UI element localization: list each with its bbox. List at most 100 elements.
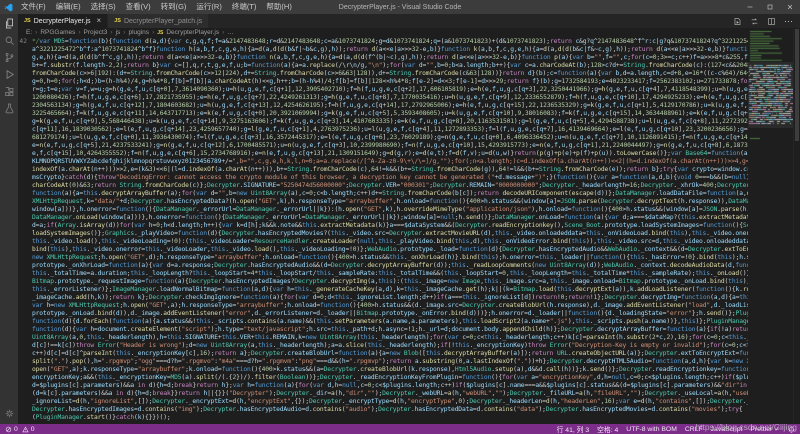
line-number: [18, 390, 32, 398]
line-number: [18, 254, 32, 262]
editor-actions: ⋯: [733, 14, 800, 28]
code-line: this._video.load(),this._videoLoading=!0…: [18, 238, 748, 246]
tab-decrypterplayer-patch-js[interactable]: JS DecrypterPlayer_patch.js: [108, 14, 209, 28]
close-tab-icon[interactable]: ×: [97, 17, 102, 25]
code-line: a^3221225472^b^f:a^1073741824^b^f}functi…: [18, 46, 748, 54]
minimap-slider[interactable]: [748, 62, 793, 128]
code-line: XMLHttpRequest,k="data/"+d;Decrypter.has…: [18, 198, 748, 206]
menu-bar: 文件(F) 编辑(E) 选择(S) 查看(V) 转到(G) 运行(R) 终端(T…: [16, 0, 297, 14]
run-file-icon[interactable]: [733, 17, 742, 26]
menu-go[interactable]: 转到(G): [156, 0, 192, 14]
run-and-debug-icon[interactable]: [0, 66, 18, 82]
vertical-scrollbar[interactable]: [793, 28, 800, 424]
warnings-count: 0: [31, 426, 35, 433]
tab-label: DecrypterPlayer.js: [34, 18, 91, 25]
line-number: [18, 294, 32, 302]
status-bar: 0 0 行 41, 列 3 空格: 4 UTF-8 with BOM CRLF …: [0, 424, 800, 434]
menu-run[interactable]: 运行(R): [191, 0, 226, 14]
breadcrumb-symbol[interactable]: …: [227, 29, 234, 36]
line-number: 42: [18, 38, 32, 46]
line-number: [18, 302, 32, 310]
line-number: [18, 334, 32, 342]
code-line: KLMNOPQRSTUVWXYZabcdefghijklmnopqrstuvwx…: [18, 158, 748, 166]
line-number: [18, 118, 32, 126]
line-number: [18, 278, 32, 286]
line-number: [18, 350, 32, 358]
code-line: c++)d[c]=d[c]^parseInt(this._encryptionK…: [18, 350, 748, 358]
menu-help[interactable]: 帮助(H): [261, 0, 296, 14]
split-editor-icon[interactable]: [767, 17, 776, 26]
code-line: 681279174);u=l(u,g,e,f,c[q+0],11,3936430…: [18, 134, 748, 142]
menu-file[interactable]: 文件(F): [16, 0, 51, 14]
errors-count: 0: [14, 426, 18, 433]
code-line: charCodeAt(0)&63;return String.fromCharC…: [18, 182, 748, 190]
extensions-icon[interactable]: [0, 83, 18, 99]
line-number: [18, 182, 32, 190]
explorer-icon[interactable]: [0, 15, 18, 31]
menu-terminal[interactable]: 终端(T): [227, 0, 262, 14]
breadcrumb-separator: ›: [35, 29, 37, 36]
line-number: [18, 230, 32, 238]
search-icon[interactable]: [0, 32, 18, 48]
tab-decrypterplayer-js[interactable]: JS DecrypterPlayer.js ×: [18, 14, 108, 28]
encoding[interactable]: UTF-8 with BOM: [626, 426, 677, 433]
language-mode[interactable]: JavaScript: [711, 426, 743, 433]
activity-bar: [0, 14, 18, 424]
editor-group: JS DecrypterPlayer.js × JS DecrypterPlay…: [18, 14, 800, 424]
cursor-position[interactable]: 行 41, 列 3: [557, 424, 590, 434]
code-line: function(d){var h=document.createElement…: [18, 326, 748, 334]
line-number: [18, 70, 32, 78]
breadcrumb-folder[interactable]: plugins: [128, 29, 149, 36]
code-line: DataManager.onLoad(window[a]))},h.onerro…: [18, 214, 748, 222]
code-line: g,e,h){a=d(a,d(d(b^f^c,g),h));return d(a…: [18, 54, 748, 62]
formatter-status[interactable]: Prettier ✓: [750, 425, 780, 433]
line-number: [18, 78, 32, 86]
menu-selection[interactable]: 选择(S): [86, 0, 121, 14]
check-icon: ✓: [774, 425, 780, 433]
close-icon[interactable]: [780, 0, 800, 14]
breadcrumb-folder[interactable]: js: [116, 29, 121, 36]
code-line: g=0,h=0;for(;h<d;)b=(h-h%4)/4,g=h%4*8,f[…: [18, 78, 748, 86]
eol-sequence[interactable]: CRLF: [685, 426, 703, 433]
line-number: [18, 238, 32, 246]
testing-icon[interactable]: [0, 100, 18, 116]
code-line: function(a){a=this.decryptArrayBuffer(a)…: [18, 190, 748, 198]
source-control-icon[interactable]: [0, 49, 18, 65]
js-file-icon: JS: [157, 30, 163, 36]
code-line: Decrypter.hasEncryptedImages=d.contains(…: [18, 406, 748, 414]
code-line: b+=f.substr(f.length-2,2);return b}var c…: [18, 62, 748, 70]
manage-gear-icon[interactable]: [0, 405, 18, 421]
breadcrumb-drive[interactable]: E:: [26, 29, 32, 36]
maximize-icon[interactable]: [760, 0, 780, 14]
line-number: [18, 222, 32, 230]
scrollbar-thumb[interactable]: [795, 29, 799, 141]
code-line: loadSystemImages()};Graphics._playVideo=…: [18, 230, 748, 238]
line-number: [18, 326, 32, 334]
errors-indicator[interactable]: 0: [5, 426, 18, 433]
code-editor[interactable]: 42*/var MD5=function(b){function d(a,d){…: [18, 37, 748, 424]
warnings-indicator[interactable]: 0: [22, 426, 35, 433]
line-number: [18, 318, 32, 326]
menu-edit[interactable]: 编辑(E): [51, 0, 86, 14]
menu-view[interactable]: 查看(V): [121, 0, 156, 14]
breadcrumb-file[interactable]: DecrypterPlayer.js: [166, 29, 219, 36]
code-line: function(d){d.forEach(function(a){a.stat…: [18, 318, 748, 326]
line-number: [18, 86, 32, 94]
code-line: prototype._onLoad.bind(d)),d._image.addE…: [18, 310, 748, 318]
breadcrumb-separator: ›: [222, 29, 224, 36]
open-changes-icon[interactable]: [750, 17, 759, 26]
minimap[interactable]: [748, 28, 793, 424]
vscode-window: 文件(F) 编辑(E) 选择(S) 查看(V) 转到(G) 运行(R) 终端(T…: [0, 0, 800, 434]
indentation[interactable]: 空格: 4: [597, 424, 618, 434]
window-title: DecrypterPlayer.js - Visual Studio Code: [339, 4, 461, 11]
breadcrumb-folder[interactable]: RPGGames: [40, 29, 75, 36]
title-bar: 文件(F) 编辑(E) 选择(S) 查看(V) 转到(G) 运行(R) 终端(T…: [0, 0, 800, 14]
more-actions-icon[interactable]: ⋯: [784, 18, 793, 24]
line-number: [18, 342, 32, 350]
breadcrumb-separator: ›: [152, 29, 154, 36]
minimize-icon[interactable]: [740, 0, 760, 14]
code-line: r=g;t=e;var v=f,w=u;g=h(g,e,f,u,c[q+0],7…: [18, 86, 748, 94]
notifications-bell-icon[interactable]: [788, 426, 795, 433]
breadcrumb-folder[interactable]: Project3: [84, 29, 108, 36]
window-controls: [740, 0, 800, 14]
